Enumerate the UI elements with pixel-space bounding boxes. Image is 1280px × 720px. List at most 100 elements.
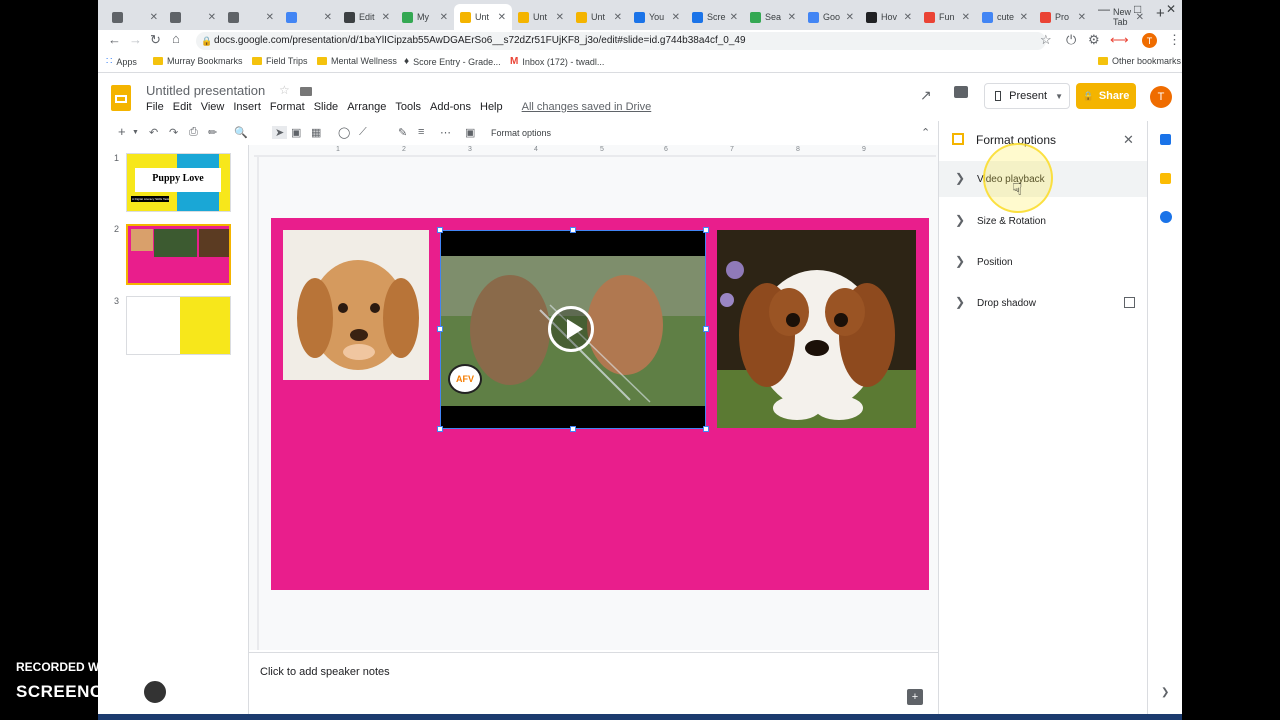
browser-tab[interactable]: Goo ✕ bbox=[802, 4, 860, 30]
browser-tab[interactable]: Sea ✕ bbox=[744, 4, 802, 30]
move-folder-icon[interactable] bbox=[300, 87, 312, 96]
menu-insert[interactable]: Insert bbox=[233, 101, 261, 113]
browser-tab[interactable]: My ✕ bbox=[396, 4, 454, 30]
extension-power-icon[interactable]: ⏻ bbox=[1066, 32, 1076, 48]
shape-icon[interactable]: ◯ bbox=[338, 126, 350, 139]
minimize-icon[interactable]: — bbox=[1098, 2, 1110, 16]
resize-handle[interactable] bbox=[437, 326, 443, 332]
close-tab-icon[interactable]: ✕ bbox=[672, 12, 680, 23]
present-button[interactable]: Present ▼ bbox=[984, 83, 1070, 109]
resize-handle[interactable] bbox=[437, 426, 443, 432]
undo-icon[interactable]: ↶ bbox=[149, 126, 158, 139]
star-icon[interactable]: ☆ bbox=[279, 83, 290, 97]
border-color-icon[interactable]: ✎ bbox=[398, 126, 407, 139]
slide-canvas[interactable]: AFV bbox=[271, 218, 929, 590]
zoom-icon[interactable]: 🔍 bbox=[234, 126, 248, 139]
section-size-rotation[interactable]: ❯ Size & Rotation bbox=[939, 209, 1147, 233]
resize-handle[interactable] bbox=[703, 426, 709, 432]
reload-icon[interactable]: ↻ bbox=[150, 32, 161, 48]
textbox-icon[interactable]: ▣ bbox=[291, 126, 301, 139]
slide-thumbnail-2[interactable] bbox=[126, 224, 231, 285]
close-tab-icon[interactable]: ✕ bbox=[266, 12, 274, 23]
paint-format-icon[interactable]: ✏ bbox=[208, 126, 217, 139]
line-icon[interactable]: ⟋ bbox=[359, 126, 367, 139]
print-icon[interactable]: ⎙ bbox=[189, 126, 198, 139]
select-icon[interactable]: ➤ bbox=[272, 126, 288, 139]
other-bookmarks[interactable]: Other bookmarks bbox=[1098, 56, 1181, 66]
browser-tab[interactable]: ✕ bbox=[106, 4, 164, 30]
browser-tab[interactable]: cute ✕ bbox=[976, 4, 1034, 30]
profile-avatar[interactable]: T bbox=[1142, 33, 1157, 48]
redo-icon[interactable]: ↷ bbox=[169, 126, 178, 139]
close-panel-icon[interactable]: ✕ bbox=[1123, 132, 1134, 148]
close-tab-icon[interactable]: ✕ bbox=[904, 12, 912, 23]
close-tab-icon[interactable]: ✕ bbox=[1078, 12, 1086, 23]
close-tab-icon[interactable]: ✕ bbox=[440, 12, 448, 23]
bookmark-field-trips[interactable]: Field Trips bbox=[252, 56, 308, 66]
browser-tab[interactable]: Scre ✕ bbox=[686, 4, 744, 30]
browser-tab[interactable]: ✕ bbox=[280, 4, 338, 30]
video-thumbnail[interactable]: AFV bbox=[440, 230, 706, 429]
border-weight-icon[interactable]: ≡ bbox=[418, 126, 424, 138]
image-icon[interactable]: ▦ bbox=[311, 126, 321, 139]
browser-tab[interactable]: Fun ✕ bbox=[918, 4, 976, 30]
border-dash-icon[interactable]: ⋯ bbox=[440, 126, 451, 139]
close-tab-icon[interactable]: ✕ bbox=[150, 12, 158, 23]
bookmark-mental-wellness[interactable]: Mental Wellness bbox=[317, 56, 397, 66]
browser-tab[interactable]: Unt ✕ bbox=[512, 4, 570, 30]
resize-handle[interactable] bbox=[703, 227, 709, 233]
menu-slide[interactable]: Slide bbox=[314, 101, 338, 113]
close-tab-icon[interactable]: ✕ bbox=[324, 12, 332, 23]
browser-tab[interactable]: ✕ bbox=[222, 4, 280, 30]
bookmark-star-icon[interactable]: ☆ bbox=[1040, 32, 1052, 48]
close-tab-icon[interactable]: ✕ bbox=[1020, 12, 1028, 23]
share-button[interactable]: 🔒 Share bbox=[1076, 83, 1136, 109]
document-title[interactable]: Untitled presentation bbox=[146, 83, 265, 98]
browser-tab[interactable]: Unt ✕ bbox=[454, 4, 512, 30]
resize-handle[interactable] bbox=[437, 227, 443, 233]
section-drop-shadow[interactable]: ❯ Drop shadow bbox=[939, 291, 1147, 315]
apps-bookmark[interactable]: ∷ Apps bbox=[106, 56, 137, 67]
keep-icon[interactable] bbox=[1160, 173, 1171, 184]
close-window-icon[interactable]: ✕ bbox=[1166, 2, 1176, 16]
slide-thumbnail-3[interactable] bbox=[126, 296, 231, 355]
tasks-icon[interactable] bbox=[1160, 211, 1172, 223]
collapse-toolbar-icon[interactable]: ⌃ bbox=[921, 126, 930, 139]
menu-format[interactable]: Format bbox=[270, 101, 305, 113]
extension-arrows-icon[interactable]: ⟷ bbox=[1110, 32, 1129, 48]
extension-icon[interactable]: ⚙ bbox=[1088, 32, 1100, 48]
forward-icon[interactable]: → bbox=[129, 32, 142, 47]
slides-logo-icon[interactable] bbox=[111, 85, 131, 111]
resize-handle[interactable] bbox=[570, 227, 576, 233]
menu-arrange[interactable]: Arrange bbox=[347, 101, 386, 113]
new-slide-icon[interactable]: + bbox=[118, 124, 126, 139]
close-tab-icon[interactable]: ✕ bbox=[498, 12, 506, 23]
browser-tab[interactable]: Unt ✕ bbox=[570, 4, 628, 30]
browser-tab[interactable]: You ✕ bbox=[628, 4, 686, 30]
expand-rail-icon[interactable]: ❯ bbox=[1161, 687, 1169, 698]
puppy-image-right[interactable] bbox=[717, 230, 916, 428]
close-tab-icon[interactable]: ✕ bbox=[382, 12, 390, 23]
comments-icon[interactable] bbox=[954, 86, 968, 98]
speaker-notes[interactable]: Click to add speaker notes + bbox=[249, 652, 938, 713]
menu-addons[interactable]: Add-ons bbox=[430, 101, 471, 113]
close-tab-icon[interactable]: ✕ bbox=[846, 12, 854, 23]
close-tab-icon[interactable]: ✕ bbox=[556, 12, 564, 23]
menu-tools[interactable]: Tools bbox=[395, 101, 421, 113]
resize-handle[interactable] bbox=[703, 326, 709, 332]
bookmark-inbox[interactable]: M Inbox (172) - twadl... bbox=[510, 56, 604, 67]
home-icon[interactable]: ⌂ bbox=[172, 31, 180, 46]
url-field[interactable]: 🔒 docs.google.com/presentation/d/1baYlIC… bbox=[196, 32, 1046, 50]
account-avatar[interactable]: T bbox=[1150, 86, 1172, 108]
menu-help[interactable]: Help bbox=[480, 101, 503, 113]
menu-view[interactable]: View bbox=[201, 101, 225, 113]
new-slide-dropdown-icon[interactable]: ▼ bbox=[132, 129, 139, 136]
new-tab-button[interactable]: + bbox=[1156, 5, 1165, 22]
browser-tab[interactable]: Edit ✕ bbox=[338, 4, 396, 30]
drop-shadow-checkbox[interactable] bbox=[1124, 297, 1135, 308]
browser-tab[interactable]: ✕ bbox=[164, 4, 222, 30]
resize-handle[interactable] bbox=[570, 426, 576, 432]
explore-icon[interactable]: + bbox=[907, 689, 923, 705]
browser-menu-icon[interactable]: ⋮ bbox=[1168, 32, 1181, 48]
close-tab-icon[interactable]: ✕ bbox=[208, 12, 216, 23]
